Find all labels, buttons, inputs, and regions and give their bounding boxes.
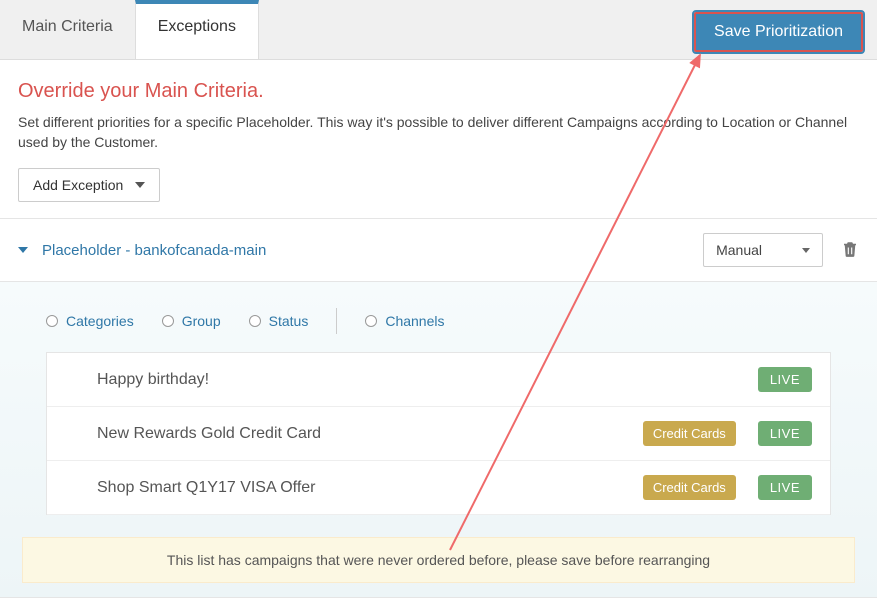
add-exception-label: Add Exception <box>33 177 123 193</box>
campaign-list: Happy birthday!LIVENew Rewards Gold Cred… <box>46 352 831 515</box>
separator <box>336 308 337 334</box>
campaign-tag: Credit Cards <box>643 475 736 500</box>
filter-row: Categories Group Status Channels <box>18 308 859 352</box>
radio-icon <box>162 315 174 327</box>
campaign-row[interactable]: New Rewards Gold Credit Card Credit Cards… <box>47 407 830 461</box>
status-badge: LIVE <box>758 475 812 500</box>
filter-group[interactable]: Group <box>162 313 221 329</box>
filter-categories[interactable]: Categories <box>46 313 134 329</box>
campaign-tag: Credit Cards <box>643 421 736 446</box>
radio-icon <box>365 315 377 327</box>
tab-exceptions[interactable]: Exceptions <box>135 0 259 59</box>
sort-mode-value: Manual <box>716 242 762 258</box>
status-badge: LIVE <box>758 367 812 392</box>
filter-status[interactable]: Status <box>249 313 309 329</box>
chevron-down-icon <box>135 182 145 188</box>
campaign-row[interactable]: Happy birthday! LIVE <box>47 353 830 407</box>
chevron-down-icon <box>802 248 810 253</box>
campaign-row[interactable]: Shop Smart Q1Y17 VISA Offer Credit Cards L… <box>47 461 830 515</box>
campaign-title: Shop Smart Q1Y17 VISA Offer <box>97 479 633 497</box>
add-exception-button[interactable]: Add Exception <box>18 168 160 202</box>
override-title: Override your Main Criteria. <box>18 80 859 103</box>
status-badge: LIVE <box>758 421 812 446</box>
chevron-down-icon <box>18 247 28 253</box>
radio-icon <box>249 315 261 327</box>
placeholder-name: Placeholder - bankofcanada-main <box>42 242 266 259</box>
notice-banner: This list has campaigns that were never … <box>22 537 855 583</box>
placeholder-header[interactable]: Placeholder - bankofcanada-main Manual <box>0 218 877 282</box>
tab-main-criteria[interactable]: Main Criteria <box>0 0 135 59</box>
delete-icon[interactable] <box>841 239 859 262</box>
override-description: Set different priorities for a specific … <box>18 113 848 152</box>
campaign-title: New Rewards Gold Credit Card <box>97 425 633 443</box>
save-prioritization-button[interactable]: Save Prioritization <box>694 12 863 52</box>
campaign-title: Happy birthday! <box>97 371 736 389</box>
sort-mode-select[interactable]: Manual <box>703 233 823 267</box>
filter-channels[interactable]: Channels <box>365 313 444 329</box>
radio-icon <box>46 315 58 327</box>
